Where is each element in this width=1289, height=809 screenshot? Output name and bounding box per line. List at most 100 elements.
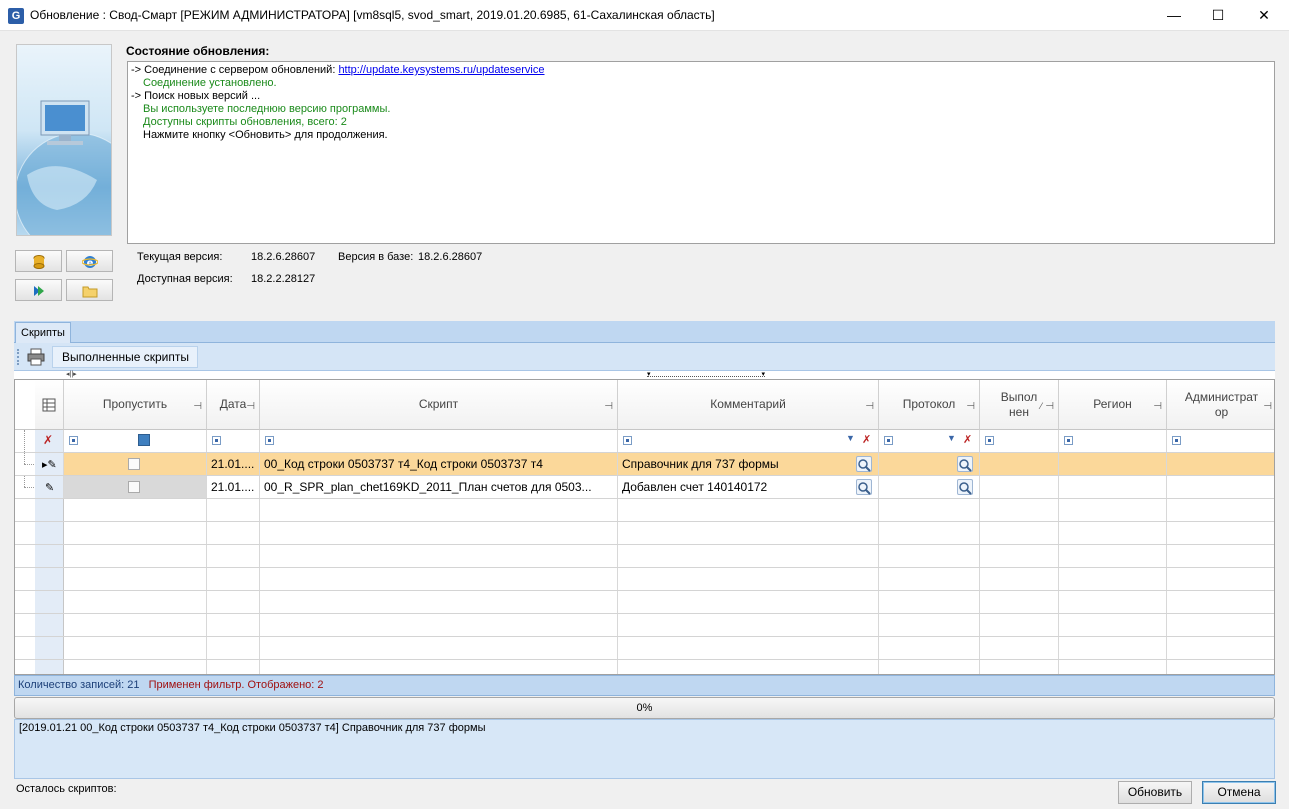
empty-cell — [980, 499, 1059, 521]
table-row[interactable]: ✎ 21.01.... 00_R_SPR_plan_chet169KD_2011… — [15, 476, 1274, 499]
update-button[interactable]: Обновить — [1118, 781, 1192, 804]
date-cell[interactable]: 21.01.... — [207, 476, 260, 498]
log-line: Доступны скрипты обновления, всего: 2 — [143, 116, 347, 128]
comment-cell[interactable]: Добавлен счет 140140172 — [618, 476, 879, 498]
empty-cell — [64, 614, 207, 636]
dropdown-icon[interactable]: ▼ — [947, 433, 956, 443]
filter-script[interactable] — [260, 430, 618, 452]
filter-condition-icon[interactable] — [985, 436, 994, 445]
update-server-link[interactable]: http://update.keysystems.ru/updateservic… — [338, 64, 544, 76]
skip-checkbox[interactable] — [128, 458, 140, 470]
filter-skip[interactable] — [64, 430, 207, 452]
filter-condition-icon[interactable] — [265, 436, 274, 445]
magnifier-icon[interactable] — [856, 479, 872, 495]
clear-filter-button[interactable]: ✗ — [35, 430, 64, 452]
empty-cell — [64, 591, 207, 613]
done-cell[interactable] — [980, 476, 1059, 498]
admin-cell[interactable] — [1167, 476, 1274, 498]
keysystems-button[interactable] — [15, 279, 62, 301]
clear-filter-icon[interactable]: ✗ — [963, 433, 972, 446]
print-icon[interactable] — [27, 348, 45, 366]
column-header-script[interactable]: Скрипт ⊣ — [260, 380, 618, 430]
empty-cell — [1167, 522, 1274, 544]
pin-icon[interactable]: ⊣ — [1045, 399, 1054, 414]
cancel-button[interactable]: Отмена — [1202, 781, 1276, 804]
pin-icon[interactable]: ⊣ — [1263, 399, 1272, 414]
filter-admin[interactable] — [1167, 430, 1274, 452]
script-cell[interactable]: 00_R_SPR_plan_chet169KD_2011_План счетов… — [260, 476, 618, 498]
empty-cell — [260, 568, 618, 590]
skip-checkbox[interactable] — [128, 481, 140, 493]
scripts-grid: Пропустить ⊣ Дата ⊣ Скрипт ⊣ Комментарий ⊣ П… — [14, 379, 1275, 675]
maximize-button[interactable]: ☐ — [1195, 0, 1241, 31]
filter-condition-icon[interactable] — [884, 436, 893, 445]
done-scripts-button[interactable]: Выполненные скрипты — [52, 346, 198, 368]
tab-scripts[interactable]: Скрипты — [15, 322, 71, 344]
row-editing-indicator[interactable]: ✎ — [35, 476, 64, 498]
column-header-comment[interactable]: Комментарий ⊣ — [618, 380, 879, 430]
filter-date[interactable] — [207, 430, 260, 452]
log-line: Соединение установлено. — [143, 77, 277, 89]
row-editing-indicator[interactable]: ▸✎ — [35, 453, 64, 475]
folder-button[interactable] — [66, 279, 113, 301]
admin-cell[interactable] — [1167, 453, 1274, 475]
empty-cell — [1059, 545, 1167, 567]
filter-condition-icon[interactable] — [1172, 436, 1181, 445]
column-chooser[interactable] — [35, 380, 64, 430]
empty-cell — [980, 545, 1059, 567]
filter-condition-icon[interactable] — [69, 436, 78, 445]
filter-region[interactable] — [1059, 430, 1167, 452]
pin-icon[interactable]: ⊣ — [246, 399, 255, 414]
filter-row: ✗ ▼ ✗ ▼ ✗ — [15, 430, 1274, 453]
empty-cell — [260, 614, 618, 636]
comment-cell[interactable]: Справочник для 737 формы — [618, 453, 879, 475]
empty-cell — [1059, 591, 1167, 613]
magnifier-icon[interactable] — [957, 479, 973, 495]
filter-protocol[interactable]: ▼ ✗ — [879, 430, 980, 452]
filter-condition-icon[interactable] — [623, 436, 632, 445]
table-row[interactable]: ▸✎ 21.01.... 00_Код строки 0503737 т4_Ко… — [15, 453, 1274, 476]
pin-icon[interactable]: ⊣ — [865, 399, 874, 414]
magnifier-icon[interactable] — [856, 456, 872, 472]
dropdown-icon[interactable]: ▼ — [846, 433, 855, 443]
folder-icon — [82, 286, 98, 298]
empty-cell — [64, 660, 207, 674]
column-header-skip[interactable]: Пропустить ⊣ — [64, 380, 207, 430]
filter-condition-icon[interactable] — [1064, 436, 1073, 445]
skip-cell[interactable] — [64, 476, 207, 498]
database-button[interactable] — [15, 250, 62, 272]
pin-icon[interactable]: ⊣ — [1153, 399, 1162, 414]
filter-done[interactable] — [980, 430, 1059, 452]
date-cell[interactable]: 21.01.... — [207, 453, 260, 475]
filter-checkbox[interactable] — [138, 434, 150, 446]
pin-icon[interactable]: ⊣ — [966, 399, 975, 414]
column-header-date[interactable]: Дата ⊣ — [207, 380, 260, 430]
browser-button[interactable]: e — [66, 250, 113, 272]
toolbar-grip[interactable] — [17, 349, 19, 365]
region-cell[interactable] — [1059, 453, 1167, 475]
empty-cell — [1167, 499, 1274, 521]
empty-cell — [618, 499, 879, 521]
pin-icon[interactable]: ⊣ — [604, 399, 613, 414]
skip-cell[interactable] — [64, 453, 207, 475]
splitter[interactable]: ◂||▸ ▾ ▾ — [14, 371, 1275, 379]
close-button[interactable]: ✕ — [1241, 0, 1287, 31]
minimize-button[interactable]: — — [1151, 0, 1197, 31]
done-cell[interactable] — [980, 453, 1059, 475]
clear-filter-icon[interactable]: ✗ — [862, 433, 871, 446]
magnifier-icon[interactable] — [957, 456, 973, 472]
column-header-region[interactable]: Регион ⊣ — [1059, 380, 1167, 430]
protocol-cell[interactable] — [879, 453, 980, 475]
column-header-admin[interactable]: Администрат ор ⊣ — [1167, 380, 1274, 430]
empty-cell — [1059, 522, 1167, 544]
filter-condition-icon[interactable] — [212, 436, 221, 445]
keysystems-icon — [34, 286, 44, 296]
script-cell[interactable]: 00_Код строки 0503737 т4_Код строки 0503… — [260, 453, 618, 475]
filter-comment[interactable]: ▼ ✗ — [618, 430, 879, 452]
column-header-protocol[interactable]: Протокол ⊣ — [879, 380, 980, 430]
pin-icon[interactable]: ⊣ — [193, 399, 202, 414]
protocol-cell[interactable] — [879, 476, 980, 498]
sort-icon[interactable]: ⁄ — [1040, 399, 1042, 414]
region-cell[interactable] — [1059, 476, 1167, 498]
column-header-done[interactable]: Выпол нен ⁄ ⊣ — [980, 380, 1059, 430]
